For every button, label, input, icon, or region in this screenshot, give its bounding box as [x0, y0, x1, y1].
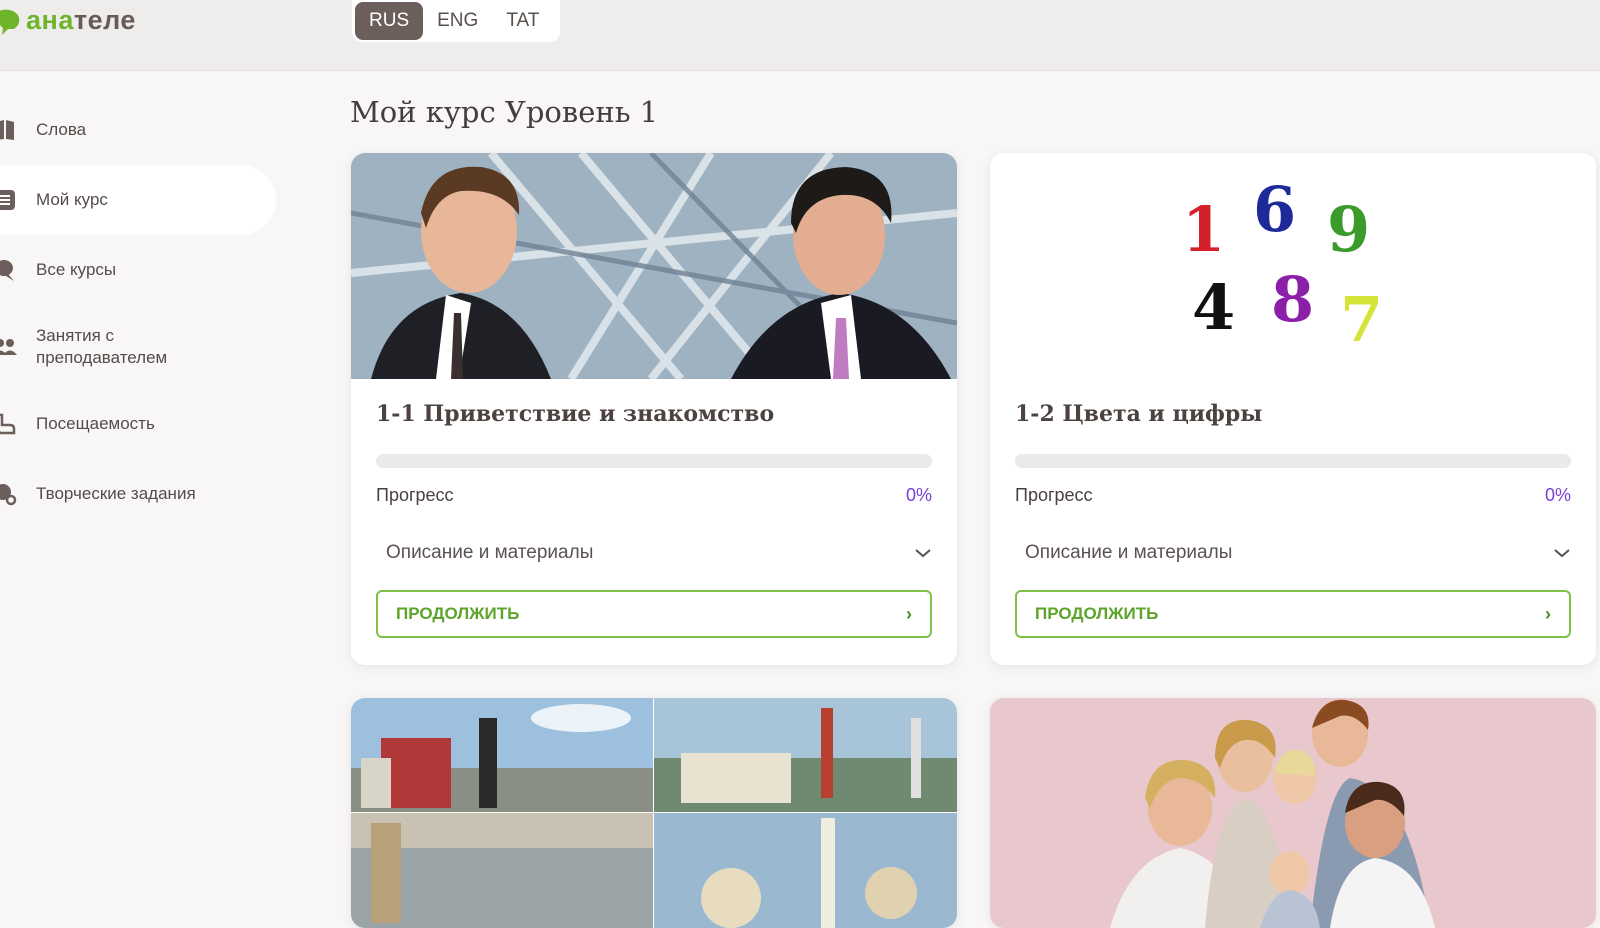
hand-icon — [0, 413, 16, 435]
number-glyph: 9 — [1327, 193, 1371, 266]
palette-icon — [0, 484, 17, 506]
description-label: Описание и материалы — [1025, 542, 1233, 563]
logo-speech-icon — [0, 9, 20, 35]
language-switcher: RUS ENG TAT — [352, 0, 560, 42]
top-header: анателе RUS ENG TAT — [0, 0, 1600, 71]
sidebar-item-all-courses[interactable]: Все курсы — [0, 235, 280, 305]
course-card: 1-1 Приветствие и знакомство Прогресс 0%… — [351, 153, 957, 665]
description-label: Описание и материалы — [386, 542, 594, 563]
number-glyph: 6 — [1253, 173, 1297, 246]
sidebar-item-label: Все курсы — [36, 260, 117, 279]
continue-label: ПРОДОЛЖИТЬ — [1035, 604, 1159, 623]
list-icon — [0, 190, 15, 210]
progress-label: Прогресс — [1015, 485, 1093, 505]
description-dropdown[interactable]: Описание и материалы — [1015, 540, 1571, 566]
description-dropdown[interactable]: Описание и материалы — [376, 540, 932, 566]
course-image-family[interactable] — [990, 698, 1596, 928]
number-glyph: 4 — [1192, 271, 1236, 344]
sidebar-item-words[interactable]: Слова — [0, 95, 280, 165]
progress-label: Прогресс — [376, 485, 454, 505]
sidebar-item-label: Слова — [36, 120, 87, 139]
lang-tat-button[interactable]: TAT — [492, 2, 553, 40]
course-card — [351, 698, 957, 928]
continue-button[interactable]: ПРОДОЛЖИТЬ › — [376, 590, 932, 638]
sidebar-item-label: Творческие задания — [36, 484, 196, 503]
sidebar-item-teacher-lessons[interactable]: Занятия с преподавателем — [0, 305, 280, 389]
lang-eng-button[interactable]: ENG — [423, 2, 492, 40]
course-title: 1-1 Приветствие и знакомство — [376, 401, 775, 427]
chat-icon — [0, 260, 14, 281]
number-glyph: 8 — [1271, 263, 1315, 336]
course-card — [990, 698, 1596, 928]
course-card: 1 6 9 4 8 7 1-2 Цвета и цифры Прогресс 0… — [990, 153, 1596, 665]
lang-rus-button[interactable]: RUS — [355, 2, 424, 40]
users-icon — [0, 339, 17, 355]
progress-bar — [1015, 454, 1571, 468]
progress-value: 0% — [905, 485, 932, 505]
chevron-down-icon — [915, 549, 931, 558]
sidebar-item-label: Мой курс — [36, 190, 108, 209]
sidebar-item-creative-tasks[interactable]: Творческие задания — [0, 459, 280, 529]
number-glyph: 1 — [1182, 193, 1226, 266]
course-image-city-collage[interactable] — [351, 698, 957, 928]
chevron-right-icon: › — [906, 603, 912, 624]
book-icon — [0, 120, 14, 140]
sidebar-item-label: Занятия с преподавателем — [36, 326, 168, 367]
page-title: Мой курс Уровень 1 — [350, 95, 659, 129]
course-title: 1-2 Цвета и цифры — [1015, 401, 1263, 427]
logo[interactable]: анателе — [0, 2, 136, 38]
continue-label: ПРОДОЛЖИТЬ — [396, 604, 520, 623]
sidebar-item-my-course[interactable]: Мой курс — [0, 165, 276, 235]
progress-value: 0% — [1544, 485, 1571, 505]
logo-text: анателе — [26, 4, 136, 35]
number-glyph: 7 — [1340, 283, 1384, 356]
course-image-businessmen[interactable] — [351, 153, 957, 379]
continue-button[interactable]: ПРОДОЛЖИТЬ › — [1015, 590, 1571, 638]
sidebar: Слова Мой курс Все курсы Занятия с препо… — [0, 95, 280, 529]
sidebar-item-label: Посещаемость — [36, 414, 155, 433]
sidebar-item-attendance[interactable]: Посещаемость — [0, 389, 280, 459]
chevron-right-icon: › — [1545, 603, 1551, 624]
progress-bar — [376, 454, 932, 468]
chevron-down-icon — [1554, 549, 1570, 558]
course-image-numbers[interactable]: 1 6 9 4 8 7 — [990, 153, 1596, 379]
